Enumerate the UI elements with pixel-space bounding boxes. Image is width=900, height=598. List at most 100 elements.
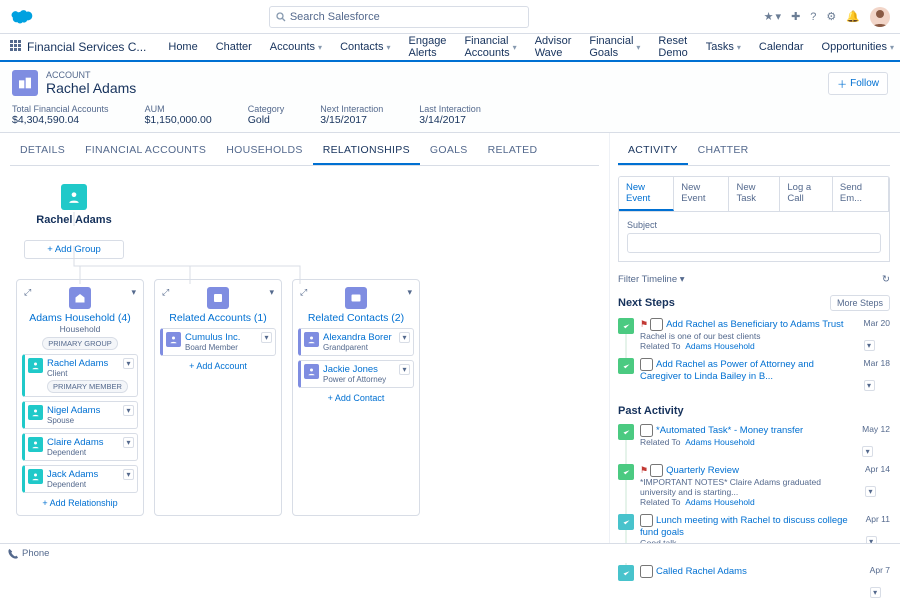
- highlight-field: AUM$1,150,000.00: [145, 104, 212, 126]
- related-link[interactable]: Adams Household: [685, 437, 754, 447]
- add-member-button[interactable]: + Add Relationship: [22, 498, 138, 508]
- group-card: ⤢▾Adams Household (4)HouseholdPRIMARY GR…: [16, 279, 144, 516]
- activity-expand-icon[interactable]: ▾: [865, 486, 876, 497]
- group-card: ⤢ ▾ Related Contacts (2) Alexandra BorerGra…: [292, 279, 420, 516]
- member-card[interactable]: Rachel AdamsClientPRIMARY MEMBER▾: [22, 354, 138, 397]
- next-steps-list: ⚑Add Rachel as Beneficiary to Adams Trus…: [618, 318, 890, 391]
- notifications-bell-icon[interactable]: 🔔: [846, 10, 860, 23]
- timeline-item: Add Rachel as Power of Attorney and Care…: [618, 358, 890, 391]
- member-menu-icon[interactable]: ▾: [123, 469, 134, 480]
- member-menu-icon[interactable]: ▾: [123, 405, 134, 416]
- global-add-icon[interactable]: ✚: [791, 10, 800, 23]
- timeline-item: *Automated Task* - Money transferRelated…: [618, 424, 890, 457]
- account-icon: [12, 70, 38, 96]
- nav-item-reset-demo[interactable]: Reset Demo: [650, 35, 695, 59]
- member-card[interactable]: Alexandra BorerGrandparent▾: [298, 328, 414, 356]
- nav-item-calendar[interactable]: Calendar: [751, 35, 812, 59]
- add-group-button[interactable]: + Add Group: [24, 240, 124, 259]
- highlight-field: Total Financial Accounts$4,304,590.04: [12, 104, 109, 126]
- group-menu-icon[interactable]: ▾: [407, 287, 412, 298]
- activity-type-icon: [618, 358, 634, 374]
- favorites-menu[interactable]: ★▾: [764, 10, 781, 23]
- activity-checkbox[interactable]: [640, 514, 653, 527]
- activity-composer: Subject: [618, 212, 890, 262]
- activity-checkbox[interactable]: [640, 358, 653, 371]
- timeline-filter[interactable]: Filter Timeline ▾ ↻: [618, 274, 890, 285]
- help-icon[interactable]: ?: [810, 11, 816, 23]
- group-menu-icon[interactable]: ▾: [269, 287, 274, 298]
- global-search[interactable]: Search Salesforce: [269, 6, 529, 28]
- nav-item-tasks[interactable]: Tasks▾: [698, 35, 749, 59]
- activity-expand-icon[interactable]: ▾: [862, 446, 873, 457]
- nav-item-advisor-wave[interactable]: Advisor Wave: [527, 35, 580, 59]
- root-person-icon[interactable]: [61, 184, 87, 210]
- nav-item-home[interactable]: Home: [160, 35, 205, 59]
- nav-item-financial-goals[interactable]: Financial Goals▾: [581, 35, 648, 59]
- app-launcher-icon[interactable]: [10, 40, 21, 54]
- nav-item-accounts[interactable]: Accounts▾: [262, 35, 330, 59]
- side-tab-activity[interactable]: ACTIVITY: [618, 137, 688, 165]
- member-card[interactable]: Jack AdamsDependent▾: [22, 465, 138, 493]
- activity-title[interactable]: Add Rachel as Power of Attorney and Care…: [640, 358, 858, 382]
- tab-households[interactable]: HOUSEHOLDS: [216, 137, 313, 165]
- member-card[interactable]: Claire AdamsDependent▾: [22, 433, 138, 461]
- more-steps-button[interactable]: More Steps: [830, 295, 890, 311]
- related-link[interactable]: Adams Household: [685, 341, 754, 351]
- member-card[interactable]: Jackie JonesPower of Attorney▾: [298, 360, 414, 388]
- activity-expand-icon[interactable]: ▾: [864, 380, 875, 391]
- member-menu-icon[interactable]: ▾: [123, 437, 134, 448]
- activity-checkbox[interactable]: [640, 424, 653, 437]
- member-menu-icon[interactable]: ▾: [123, 358, 134, 369]
- user-avatar[interactable]: [870, 7, 890, 27]
- activity-title[interactable]: ⚑Add Rachel as Beneficiary to Adams Trus…: [640, 318, 858, 331]
- side-column: ACTIVITYCHATTER New EventNew EventNew Ta…: [610, 133, 900, 554]
- setup-gear-icon[interactable]: ⚙: [826, 10, 836, 23]
- member-menu-icon[interactable]: ▾: [261, 332, 272, 343]
- member-card[interactable]: Nigel AdamsSpouse▾: [22, 401, 138, 429]
- activity-expand-icon[interactable]: ▾: [864, 340, 875, 351]
- group-title[interactable]: Related Accounts (1): [160, 312, 276, 324]
- member-menu-icon[interactable]: ▾: [399, 364, 410, 375]
- related-link[interactable]: Adams Household: [685, 497, 754, 507]
- activity-title[interactable]: *Automated Task* - Money transfer: [640, 424, 856, 437]
- activity-title[interactable]: ⚑Quarterly Review: [640, 464, 859, 477]
- utility-bar: Phone: [0, 543, 900, 563]
- expand-icon[interactable]: ⤢: [300, 287, 307, 298]
- subject-input[interactable]: [627, 233, 881, 253]
- side-tab-chatter[interactable]: CHATTER: [688, 137, 759, 165]
- member-card[interactable]: Cumulus Inc.Board Member▾: [160, 328, 276, 356]
- composer-tab[interactable]: New Task: [729, 177, 780, 211]
- activity-checkbox[interactable]: [650, 464, 663, 477]
- activity-expand-icon[interactable]: ▾: [870, 587, 881, 598]
- nav-item-chatter[interactable]: Chatter: [208, 35, 260, 59]
- add-member-button[interactable]: + Add Contact: [298, 393, 414, 403]
- activity-checkbox[interactable]: [650, 318, 663, 331]
- add-member-button[interactable]: + Add Account: [160, 361, 276, 371]
- composer-tab[interactable]: New Event: [674, 177, 729, 211]
- composer-tab[interactable]: Log a Call: [780, 177, 832, 211]
- phone-icon[interactable]: [8, 549, 18, 559]
- tab-details[interactable]: DETAILS: [10, 137, 75, 165]
- group-title[interactable]: Adams Household (4): [22, 312, 138, 324]
- activity-checkbox[interactable]: [640, 565, 653, 578]
- expand-icon[interactable]: ⤢: [24, 287, 31, 298]
- tab-relationships[interactable]: RELATIONSHIPS: [313, 137, 420, 165]
- activity-title[interactable]: Lunch meeting with Rachel to discuss col…: [640, 514, 860, 538]
- tab-goals[interactable]: GOALS: [420, 137, 478, 165]
- group-title[interactable]: Related Contacts (2): [298, 312, 414, 324]
- nav-item-engage-alerts[interactable]: Engage Alerts: [401, 35, 455, 59]
- nav-item-financial-accounts[interactable]: Financial Accounts▾: [456, 35, 524, 59]
- phone-label[interactable]: Phone: [22, 548, 49, 559]
- member-menu-icon[interactable]: ▾: [399, 332, 410, 343]
- activity-title[interactable]: Called Rachel Adams: [640, 565, 864, 578]
- tab-related[interactable]: RELATED: [478, 137, 548, 165]
- nav-item-opportunities[interactable]: Opportunities▾: [814, 35, 900, 59]
- composer-tab[interactable]: Send Em...: [833, 177, 889, 211]
- refresh-icon[interactable]: ↻: [882, 274, 890, 285]
- nav-item-contacts[interactable]: Contacts▾: [332, 35, 398, 59]
- tab-financial-accounts[interactable]: FINANCIAL ACCOUNTS: [75, 137, 216, 165]
- expand-icon[interactable]: ⤢: [162, 287, 169, 298]
- composer-tab[interactable]: New Event: [619, 177, 674, 211]
- group-menu-icon[interactable]: ▾: [131, 287, 136, 298]
- follow-button[interactable]: ＋Follow: [828, 72, 888, 95]
